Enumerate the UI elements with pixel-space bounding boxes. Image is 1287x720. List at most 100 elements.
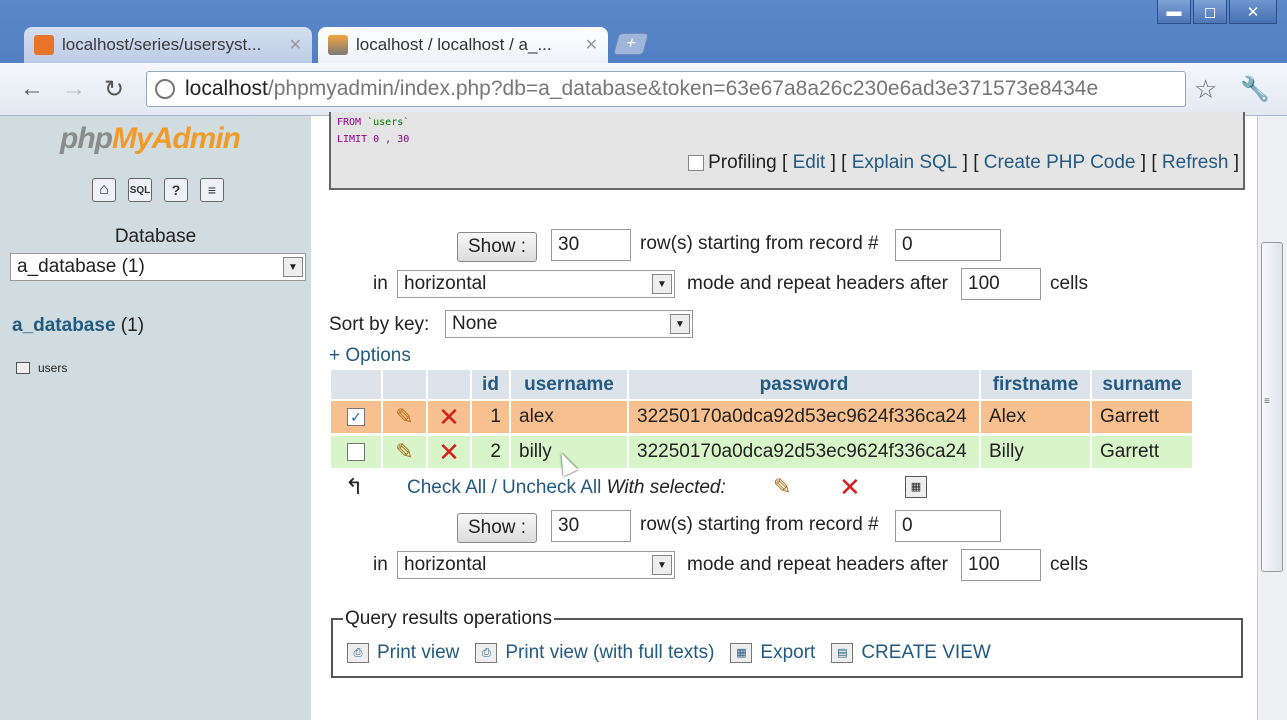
wrench-menu-icon[interactable]: 🔧 — [1240, 75, 1270, 104]
docs-icon[interactable]: ≡ — [200, 178, 224, 202]
sort-key-value: None — [452, 313, 498, 334]
database-link[interactable]: a_database (1) — [12, 315, 144, 337]
profiling-checkbox[interactable] — [688, 155, 705, 171]
database-name[interactable]: a_database — [12, 315, 116, 336]
cell-username: alex — [511, 401, 629, 433]
repeat-headers-input-bottom[interactable]: 100 — [961, 549, 1041, 581]
options-link[interactable]: + Options — [329, 345, 411, 367]
bulk-export-icon[interactable]: ▦ — [905, 476, 927, 498]
view-icon: ▤ — [831, 643, 854, 663]
close-window-button[interactable]: ✕ — [1229, 0, 1277, 24]
in-label-bottom: in — [373, 554, 388, 575]
tab-close-icon[interactable]: ✕ — [585, 35, 598, 55]
display-mode-select[interactable]: horizontal ▼ — [397, 270, 675, 298]
row-delete-cell: ✕ — [428, 436, 472, 468]
sql-limit-values: 0 , 30 — [373, 134, 410, 145]
display-mode-select-bottom[interactable]: horizontal ▼ — [397, 551, 675, 579]
check-all-link[interactable]: Check All — [407, 477, 486, 498]
cell-surname: Garrett — [1092, 401, 1194, 433]
row-checkbox[interactable]: ✓ — [347, 408, 365, 426]
edit-pencil-icon[interactable]: ✎ — [395, 439, 413, 465]
row-checkbox[interactable] — [347, 443, 365, 461]
header-surname[interactable]: surname — [1092, 370, 1194, 399]
database-select-value: a_database (1) — [17, 256, 145, 277]
url-host: localhost — [185, 77, 268, 100]
scrollbar-thumb[interactable] — [1261, 242, 1283, 572]
printer-icon: ⎙ — [475, 643, 498, 663]
print-view-full-label: Print view (with full texts) — [505, 642, 715, 663]
nav-icon-row: ⌂ SQL ? ≡ — [92, 178, 224, 202]
table-icon — [16, 362, 30, 374]
header-checkbox-col — [331, 370, 383, 399]
sort-key-select[interactable]: None ▼ — [445, 310, 693, 338]
xampp-favicon-icon — [34, 35, 54, 55]
print-view-link[interactable]: ⎙ Print view — [347, 642, 459, 664]
database-select[interactable]: a_database (1) ▼ — [10, 253, 306, 281]
edit-pencil-icon[interactable]: ✎ — [395, 404, 413, 430]
logo-myadmin: MyAdmin — [111, 122, 241, 155]
home-icon[interactable]: ⌂ — [92, 178, 116, 202]
help-icon[interactable]: ? — [164, 178, 188, 202]
forward-icon[interactable]: → — [62, 75, 86, 103]
operations-legend: Query results operations — [343, 608, 554, 630]
sort-by-key-label: Sort by key: — [329, 314, 430, 335]
query-results-operations: Query results operations ⎙ Print view ⎙ Pr… — [331, 608, 1243, 678]
phpmyadmin-logo[interactable]: phpMyAdmin — [60, 122, 241, 156]
row-edit-cell: ✎ — [383, 401, 428, 433]
cell-password: 32250170a0dca92d53ec9624f336ca24 — [629, 436, 981, 468]
bulk-delete-icon[interactable]: ✕ — [839, 472, 861, 503]
rows-input[interactable]: 30 — [551, 229, 631, 261]
tab-close-icon[interactable]: ✕ — [289, 35, 302, 55]
in-label: in — [373, 273, 388, 294]
start-record-input[interactable]: 0 — [895, 229, 1001, 261]
table-item-users[interactable]: users — [16, 361, 67, 375]
maximize-button[interactable]: ◻ — [1193, 0, 1227, 24]
header-firstname[interactable]: firstname — [981, 370, 1092, 399]
start-record-input-bottom[interactable]: 0 — [895, 510, 1001, 542]
print-view-label: Print view — [377, 642, 460, 663]
with-selected-label: With selected: — [606, 477, 726, 498]
header-edit-col — [383, 370, 428, 399]
cell-id: 1 — [472, 401, 511, 433]
edit-link[interactable]: Edit — [793, 152, 826, 174]
bulk-edit-icon[interactable]: ✎ — [773, 474, 791, 500]
refresh-link[interactable]: Refresh — [1162, 152, 1229, 174]
bulk-actions: Check All / Uncheck All With selected: — [407, 477, 726, 499]
repeat-headers-input[interactable]: 100 — [961, 268, 1041, 300]
table-name[interactable]: users — [38, 361, 67, 375]
print-view-full-link[interactable]: ⎙ Print view (with full texts) — [475, 642, 714, 664]
vertical-scrollbar[interactable]: ≡ — [1257, 116, 1287, 720]
address-bar[interactable]: localhost/phpmyadmin/index.php?db=a_data… — [146, 71, 1186, 107]
dropdown-arrow-icon: ▼ — [652, 555, 672, 575]
window-controls: ▬ ◻ ✕ — [1157, 0, 1277, 24]
export-link[interactable]: ▦ Export — [730, 642, 815, 664]
new-tab-button[interactable]: + — [613, 33, 649, 55]
sql-icon[interactable]: SQL — [128, 178, 152, 202]
show-button[interactable]: Show : — [457, 232, 537, 262]
create-view-link[interactable]: ▤ CREATE VIEW — [831, 642, 991, 664]
rows-input-bottom[interactable]: 30 — [551, 510, 631, 542]
cell-surname: Garrett — [1092, 436, 1194, 468]
mode-label: mode and repeat headers after — [687, 273, 948, 294]
uncheck-all-link[interactable]: Uncheck All — [502, 477, 601, 498]
header-username[interactable]: username — [511, 370, 629, 399]
bookmark-star-icon[interactable]: ☆ — [1194, 74, 1217, 105]
browser-toolbar: ← → ↻ localhost/phpmyadmin/index.php?db=… — [0, 63, 1287, 116]
header-password[interactable]: password — [629, 370, 981, 399]
reload-icon[interactable]: ↻ — [104, 75, 124, 104]
tab-usersystem[interactable]: localhost/series/usersyst... ✕ — [24, 27, 312, 63]
rows-label: row(s) starting from record # — [640, 233, 879, 254]
explain-sql-link[interactable]: Explain SQL — [852, 152, 958, 174]
delete-x-icon[interactable]: ✕ — [438, 402, 460, 433]
back-icon[interactable]: ← — [20, 75, 44, 103]
minimize-button[interactable]: ▬ — [1157, 0, 1191, 24]
header-id[interactable]: id — [472, 370, 511, 399]
main-content: FROM `users` LIMIT 0 , 30 Profiling [ Ed… — [311, 112, 1257, 720]
dropdown-arrow-icon: ▼ — [670, 314, 690, 334]
create-php-code-link[interactable]: Create PHP Code — [984, 152, 1136, 174]
delete-x-icon[interactable]: ✕ — [438, 437, 460, 468]
tab-phpmyadmin[interactable]: localhost / localhost / a_... ✕ — [318, 27, 608, 63]
show-button-bottom[interactable]: Show : — [457, 513, 537, 543]
cells-label: cells — [1050, 273, 1089, 294]
logo-php: php — [60, 122, 113, 155]
